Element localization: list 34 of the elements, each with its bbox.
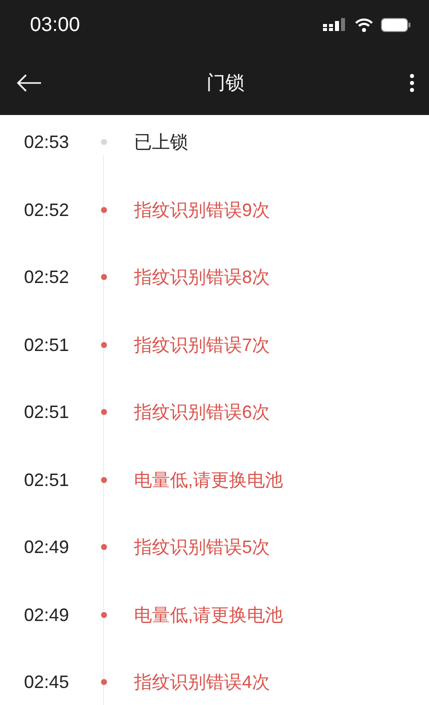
timeline-dot — [101, 612, 107, 618]
timeline-dot — [101, 476, 107, 482]
signal-icon — [323, 18, 347, 32]
event-text: 已上锁 — [134, 132, 188, 152]
timeline-dot — [101, 544, 107, 550]
event-text: 指纹识别错误7次 — [134, 334, 270, 354]
timeline-dot — [101, 206, 107, 212]
timeline-dot — [101, 139, 107, 145]
event-time: 02:52 — [24, 267, 70, 287]
event-text: 指纹识别错误4次 — [134, 672, 270, 692]
event-text: 指纹识别错误6次 — [134, 402, 270, 422]
back-arrow-icon[interactable] — [16, 74, 42, 92]
more-menu-icon[interactable] — [409, 72, 415, 92]
event-time: 02:51 — [24, 402, 70, 422]
event-time: 02:49 — [24, 604, 70, 624]
page-title: 门锁 — [206, 72, 246, 96]
wifi-icon — [355, 18, 373, 32]
timeline-dot — [101, 679, 107, 685]
event-text: 指纹识别错误8次 — [134, 267, 270, 287]
timeline-dot — [101, 409, 107, 415]
event-time: 02:49 — [24, 537, 70, 557]
event-text: 指纹识别错误9次 — [134, 200, 270, 220]
event-text: 电量低,请更换电池 — [134, 470, 284, 490]
timeline-dot — [101, 342, 107, 348]
event-time: 02:51 — [24, 470, 70, 490]
event-text: 指纹识别错误5次 — [134, 537, 270, 557]
battery-icon — [381, 18, 411, 32]
event-text: 电量低,请更换电池 — [134, 604, 284, 624]
event-time: 02:52 — [24, 200, 70, 220]
status-time: 03:00 — [30, 14, 82, 36]
event-time: 02:45 — [24, 672, 70, 692]
event-time: 02:51 — [24, 334, 70, 354]
event-time: 02:53 — [24, 132, 70, 152]
timeline-dot — [101, 274, 107, 280]
